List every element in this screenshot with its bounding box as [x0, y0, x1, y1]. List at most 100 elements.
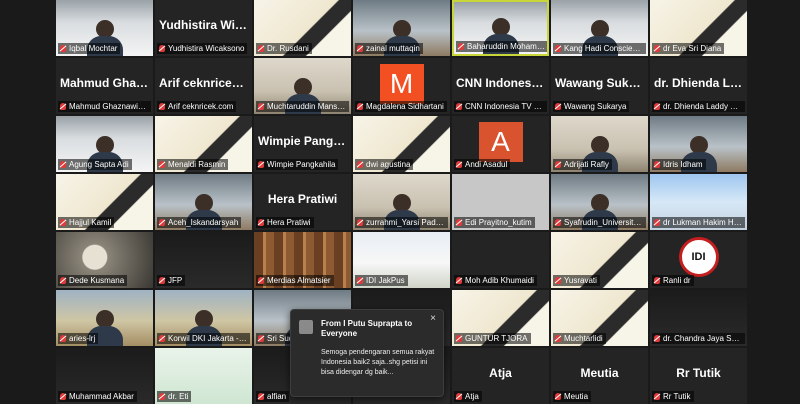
participant-name-label: Hera Pratiwi	[256, 217, 314, 228]
mic-muted-icon	[159, 277, 165, 284]
participant-tile[interactable]: zainal muttaqin	[353, 0, 450, 56]
mic-muted-icon	[60, 161, 66, 168]
participant-tile[interactable]: Dede Kusmana	[56, 232, 153, 288]
participant-tile[interactable]: Idris Idham	[650, 116, 747, 172]
participant-tile[interactable]: Wimpie Pangka... Wimpie Pangkahila	[254, 116, 351, 172]
mic-muted-icon	[357, 103, 363, 110]
participant-tile[interactable]: JFP	[155, 232, 252, 288]
participant-tile[interactable]: Syafrudin_Universitas ...	[551, 174, 648, 230]
participant-tile[interactable]: IDI Ranli dr	[650, 232, 747, 288]
mic-muted-icon	[654, 103, 660, 110]
participant-tile[interactable]: Mahmud Ghazn... Mahmud Ghaznawie - ...	[56, 58, 153, 114]
participant-tile[interactable]: Arif ceknricek.c... Arif ceknricek.com	[155, 58, 252, 114]
participant-tile[interactable]: Adrijati Rafly	[551, 116, 648, 172]
participant-tile[interactable]: Muchtaruddin Mansyur	[254, 58, 351, 114]
participant-tile[interactable]: Baharuddin Mohammad	[452, 0, 549, 56]
participant-name: Wawang Sukarya	[564, 102, 627, 111]
participant-name: Magdalena Sidhartani	[366, 102, 444, 111]
mic-muted-icon	[258, 277, 264, 284]
participant-name: Yudhistira Wicaksono	[168, 44, 245, 53]
participant-tile[interactable]: A Andi Asadul	[452, 116, 549, 172]
participant-tile[interactable]: Dr. Rusdani	[254, 0, 351, 56]
participant-name-label: Edi Prayitno_kutim	[454, 217, 535, 228]
participant-name-label: Moh Adib Khumaidi	[454, 275, 537, 286]
mic-muted-icon	[456, 335, 462, 342]
participant-tile[interactable]: M Magdalena Sidhartani	[353, 58, 450, 114]
mic-muted-icon	[258, 103, 264, 110]
participant-tile[interactable]: Muchtarlidi	[551, 290, 648, 346]
participant-tile[interactable]: Edi Prayitno_kutim	[452, 174, 549, 230]
participant-name: Adrijati Rafly	[564, 160, 609, 169]
mic-muted-icon	[357, 277, 363, 284]
participant-tile[interactable]: CNN Indonesia ... CNN Indonesia TV 2 (3)	[452, 58, 549, 114]
participant-name-label: Aceh_Iskandarsyah	[157, 217, 242, 228]
mic-muted-icon	[159, 335, 165, 342]
participant-name: Iqbal Mochtar	[69, 44, 118, 53]
mic-muted-icon	[159, 161, 165, 168]
participant-tile[interactable]: GUNTUR TJORA	[452, 290, 549, 346]
participant-name: Aceh_Iskandarsyah	[168, 218, 239, 227]
participant-name: IDI JakPus	[366, 276, 405, 285]
participant-tile[interactable]: dr Eva Sri Diana	[650, 0, 747, 56]
participant-name: Baharuddin Mohammad	[467, 42, 549, 51]
participant-tile[interactable]: Hajjul Kamil	[56, 174, 153, 230]
participant-tile[interactable]: Agung Sapta Adi	[56, 116, 153, 172]
participant-tile[interactable]: Meutia Meutia	[551, 348, 648, 404]
participant-name: GUNTUR TJORA	[465, 334, 528, 343]
mic-muted-icon	[555, 45, 561, 52]
chat-from-line: From I Putu Suprapta to Everyone	[321, 319, 413, 338]
participant-tile[interactable]: dr Lukman Hakim Hrp...	[650, 174, 747, 230]
participant-tile[interactable]: zurrahmi_Yarsi Padang	[353, 174, 450, 230]
participant-name-label: Baharuddin Mohammad	[456, 41, 549, 52]
participant-name: Arif ceknricek.com	[168, 102, 234, 111]
participant-tile[interactable]: Hera Pratiwi Hera Pratiwi	[254, 174, 351, 230]
participant-tile[interactable]: dr. Dhienda Lad... dr. Dhienda Laddy Nas.…	[650, 58, 747, 114]
mic-muted-icon	[258, 45, 264, 52]
chat-sender-avatar	[299, 320, 313, 334]
mic-muted-icon	[456, 393, 462, 400]
mic-muted-icon	[456, 161, 462, 168]
participant-tile[interactable]: Rr Tutik Rr Tutik	[650, 348, 747, 404]
participant-tile[interactable]: aries-lrj	[56, 290, 153, 346]
mic-muted-icon	[357, 45, 363, 52]
participant-tile[interactable]: Aceh_Iskandarsyah	[155, 174, 252, 230]
mic-muted-icon	[555, 335, 561, 342]
mic-muted-icon	[60, 393, 66, 400]
participant-tile[interactable]: Atja Atja	[452, 348, 549, 404]
participant-name: Ranli dr	[663, 276, 691, 285]
close-icon[interactable]: ×	[430, 313, 436, 324]
participant-name-label: Atja	[454, 391, 482, 402]
participant-tile[interactable]: dwi agustina	[353, 116, 450, 172]
mic-muted-icon	[555, 161, 561, 168]
participant-tile[interactable]: Menaldi Rasmin	[155, 116, 252, 172]
participant-name-label: IDI JakPus	[355, 275, 408, 286]
participant-name-label: Syafrudin_Universitas ...	[553, 217, 646, 228]
mic-muted-icon	[555, 219, 561, 226]
participant-tile[interactable]: Merdias Almatsier	[254, 232, 351, 288]
chat-notification[interactable]: From I Putu Suprapta to Everyone × Semog…	[290, 309, 444, 397]
participant-tile[interactable]: Yudhistira Wica... Yudhistira Wicaksono	[155, 0, 252, 56]
participant-tile[interactable]: Muhammad Akbar	[56, 348, 153, 404]
mic-muted-icon	[456, 277, 462, 284]
participant-name-label: Ranli dr	[652, 275, 694, 286]
participant-tile[interactable]: Kang Hadi Conscience	[551, 0, 648, 56]
participant-name: aries-lrj	[69, 334, 96, 343]
participant-name-label: Muhammad Akbar	[58, 391, 137, 402]
participant-tile[interactable]: dr. Eti	[155, 348, 252, 404]
participant-name: CNN Indonesia TV 2 (3)	[465, 102, 547, 111]
participant-tile[interactable]: Yusravati	[551, 232, 648, 288]
participant-name: Yusravati	[564, 276, 597, 285]
participant-tile[interactable]: Wawang Sukarya Wawang Sukarya	[551, 58, 648, 114]
participant-name: Kang Hadi Conscience	[564, 44, 646, 53]
participant-tile[interactable]: Moh Adib Khumaidi	[452, 232, 549, 288]
participant-name: Muchtaruddin Mansyur	[267, 102, 349, 111]
mic-muted-icon	[555, 393, 561, 400]
participant-tile[interactable]: dr. Chandra Jaya Sp.P	[650, 290, 747, 346]
participant-name-label: zurrahmi_Yarsi Padang	[355, 217, 448, 228]
participant-tile[interactable]: Korwil DKI Jakarta - Si...	[155, 290, 252, 346]
mic-muted-icon	[357, 219, 363, 226]
participant-name: Mahmud Ghaznawie - ...	[69, 102, 151, 111]
participant-tile[interactable]: Iqbal Mochtar	[56, 0, 153, 56]
participant-name-label: Menaldi Rasmin	[157, 159, 229, 170]
participant-tile[interactable]: IDI JakPus	[353, 232, 450, 288]
